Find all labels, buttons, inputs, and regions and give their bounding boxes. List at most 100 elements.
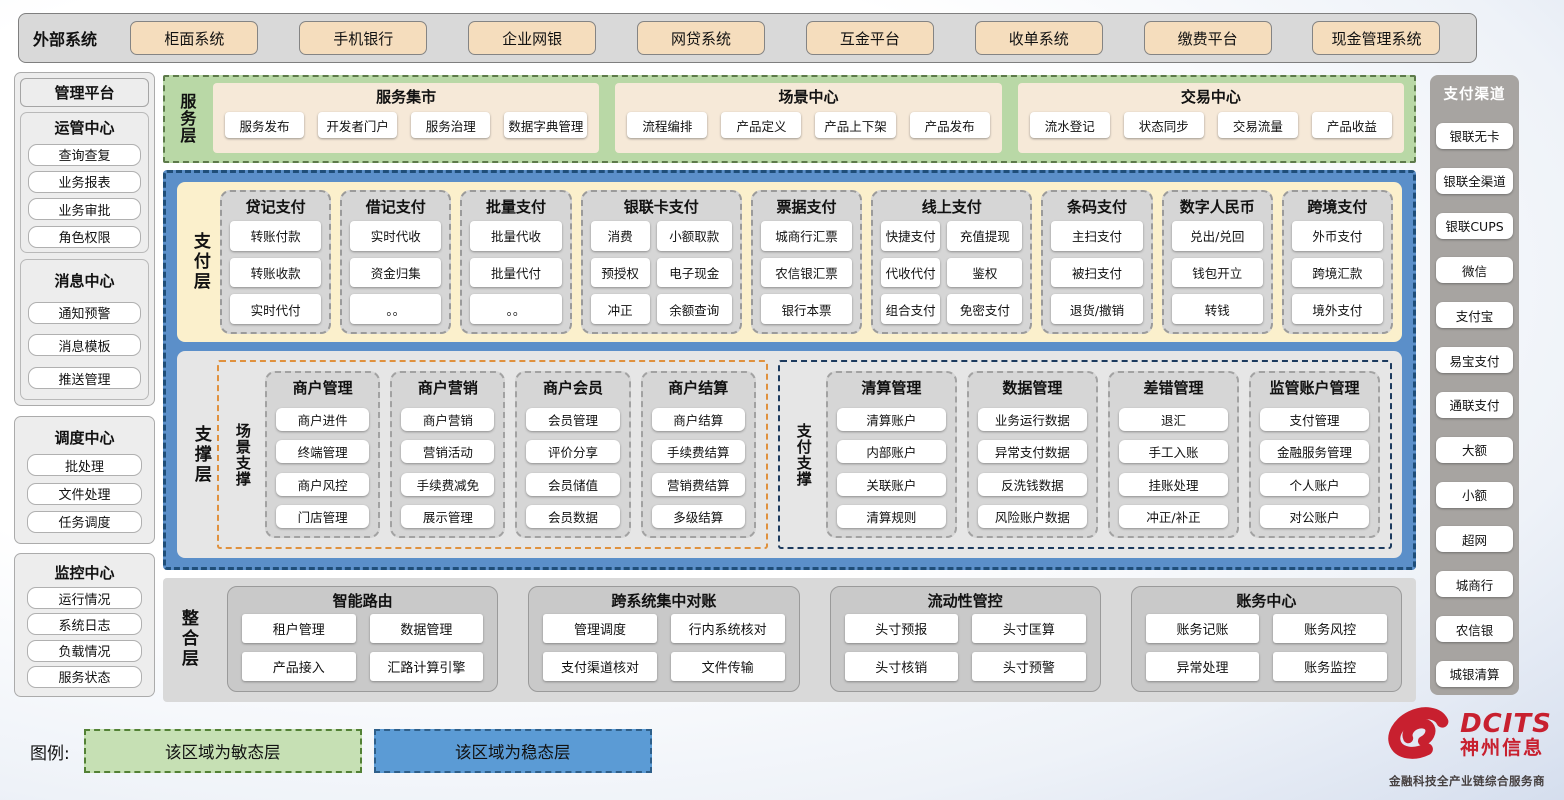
service-group-items: 流水登记状态同步交易流量产品收益 bbox=[1030, 112, 1392, 144]
payment-module-chip: 组合支付 bbox=[881, 294, 940, 324]
integration-group-items: 租户管理数据管理产品接入汇路计算引擎 bbox=[242, 614, 483, 681]
integration-module-chip: 文件传输 bbox=[671, 652, 785, 681]
integration-group: 跨系统集中对账管理调度行内系统核对支付渠道核对文件传输 bbox=[528, 586, 799, 692]
payment-channel-chip: 农信银 bbox=[1436, 616, 1513, 642]
payment-module-chip: 资金归集 bbox=[350, 258, 441, 288]
payment-module-chip: 预授权 bbox=[591, 258, 650, 288]
support-column-title: 商户管理 bbox=[276, 377, 369, 398]
payment-module-chip: 充值提现 bbox=[947, 221, 1022, 251]
service-module-chip: 产品发布 bbox=[910, 112, 990, 138]
support-module-chip: 会员数据 bbox=[526, 505, 619, 528]
integration-module-chip: 租户管理 bbox=[242, 614, 356, 643]
sidebar-module-chip: 查询查复 bbox=[28, 144, 141, 166]
integration-group-title: 账务中心 bbox=[1146, 590, 1387, 611]
legend-agile-green: 该区域为敏态层 bbox=[84, 729, 362, 773]
payment-module-chip: 批量代付 bbox=[470, 258, 561, 288]
payment-channel-chip: 超网 bbox=[1436, 526, 1513, 552]
payment-module-chip: 被扫支付 bbox=[1051, 258, 1142, 288]
external-system-chip: 收单系统 bbox=[975, 21, 1103, 55]
payment-module-chip: 小额取款 bbox=[657, 221, 732, 251]
payment-channel-chip: 微信 bbox=[1436, 257, 1513, 283]
support-module-chip: 金融服务管理 bbox=[1260, 440, 1369, 463]
integration-group-items: 头寸预报头寸匡算头寸核销头寸预警 bbox=[845, 614, 1086, 681]
payment-module-chip: 。。 bbox=[470, 294, 561, 324]
integration-layer-label: 整合层 bbox=[173, 586, 201, 692]
payment-layer-label: 支付层 bbox=[186, 190, 212, 334]
payment-module-chip: 主扫支付 bbox=[1051, 221, 1142, 251]
legend-stable-blue: 该区域为稳态层 bbox=[374, 729, 652, 773]
sidebar-module-chip: 业务审批 bbox=[28, 198, 141, 220]
sidebar-module-chip: 任务调度 bbox=[27, 511, 142, 533]
integration-module-chip: 支付渠道核对 bbox=[543, 652, 657, 681]
external-systems-bar: 外部系统 柜面系统手机银行企业网银网贷系统互金平台收单系统缴费平台现金管理系统 bbox=[18, 13, 1477, 63]
payment-column-title: 条码支付 bbox=[1051, 196, 1142, 217]
monitoring-center-panel: 监控中心运行情况系统日志负载情况服务状态 bbox=[14, 553, 155, 697]
service-module-chip: 产品收益 bbox=[1312, 112, 1392, 138]
sidebar-group: 监控中心运行情况系统日志负载情况服务状态 bbox=[20, 559, 149, 691]
payment-channel-chip: 小额 bbox=[1436, 482, 1513, 508]
integration-group-title: 智能路由 bbox=[242, 590, 483, 611]
support-module-chip: 对公账户 bbox=[1260, 505, 1369, 528]
sidebar-module-chip: 服务状态 bbox=[27, 666, 142, 688]
company-name: 神州信息 bbox=[1460, 737, 1552, 760]
support-module-chip: 冲正/补正 bbox=[1119, 505, 1228, 528]
brand-name: DCITS bbox=[1460, 711, 1552, 737]
payment-channel-chip: 银联无卡 bbox=[1436, 123, 1513, 149]
service-module-chip: 交易流量 bbox=[1218, 112, 1298, 138]
support-module-chip: 终端管理 bbox=[276, 440, 369, 463]
support-column-title: 商户会员 bbox=[526, 377, 619, 398]
support-column-title: 商户营销 bbox=[401, 377, 494, 398]
management-platform-groups: 运管中心查询查复业务报表业务审批角色权限消息中心通知预警消息模板推送管理 bbox=[20, 112, 149, 400]
support-module-chip: 关联账户 bbox=[837, 473, 946, 496]
payment-column-items: 批量代收批量代付。。 bbox=[470, 221, 561, 324]
integration-module-chip: 产品接入 bbox=[242, 652, 356, 681]
payment-channel-chip: 通联支付 bbox=[1436, 392, 1513, 418]
external-system-chip: 缴费平台 bbox=[1144, 21, 1272, 55]
support-column: 监管账户管理支付管理金融服务管理个人账户对公账户 bbox=[1249, 371, 1380, 538]
sidebar-module-chip: 推送管理 bbox=[28, 367, 141, 389]
legend-label: 图例: bbox=[30, 739, 70, 764]
payment-column-title: 贷记支付 bbox=[230, 196, 321, 217]
payment-column-title: 批量支付 bbox=[470, 196, 561, 217]
payment-module-chip: 退货/撤销 bbox=[1051, 294, 1142, 324]
payment-module-chip: 批量代收 bbox=[470, 221, 561, 251]
support-group-label: 支付支撑 bbox=[790, 371, 816, 538]
support-module-chip: 商户营销 bbox=[401, 408, 494, 431]
support-module-chip: 手续费结算 bbox=[652, 440, 745, 463]
payment-column-items: 快捷支付充值提现代收代付鉴权组合支付免密支付 bbox=[881, 221, 1022, 324]
payment-column-title: 跨境支付 bbox=[1292, 196, 1383, 217]
support-groups: 场景支撑商户管理商户进件终端管理商户风控门店管理商户营销商户营销营销活动手续费减… bbox=[217, 360, 1392, 549]
payment-column-items: 实时代收资金归集。。 bbox=[350, 221, 441, 324]
service-module-chip: 开发者门户 bbox=[318, 112, 397, 138]
service-module-chip: 产品定义 bbox=[721, 112, 801, 138]
support-module-chip: 风险账户数据 bbox=[978, 505, 1087, 528]
sidebar-group: 调度中心批处理文件处理任务调度 bbox=[20, 422, 149, 538]
payment-channel-chip: 银联CUPS bbox=[1436, 213, 1513, 239]
support-layer-label: 支撑层 bbox=[187, 360, 213, 549]
support-column-title: 清算管理 bbox=[837, 377, 946, 398]
payment-module-chip: 余额查询 bbox=[657, 294, 732, 324]
integration-module-chip: 账务监控 bbox=[1273, 652, 1387, 681]
payment-module-chip: 实时代收 bbox=[350, 221, 441, 251]
dcits-swirl-icon bbox=[1382, 701, 1456, 769]
payment-column: 线上支付快捷支付充值提现代收代付鉴权组合支付免密支付 bbox=[871, 190, 1032, 334]
payment-column-items: 城商行汇票农信银汇票银行本票 bbox=[761, 221, 852, 324]
support-module-chip: 展示管理 bbox=[401, 505, 494, 528]
sidebar-group: 运管中心查询查复业务报表业务审批角色权限 bbox=[20, 112, 149, 253]
support-group-label: 场景支撑 bbox=[229, 371, 255, 538]
payment-column-title: 数字人民币 bbox=[1172, 196, 1263, 217]
support-module-chip: 营销活动 bbox=[401, 440, 494, 463]
external-system-chip: 柜面系统 bbox=[130, 21, 258, 55]
integration-module-chip: 管理调度 bbox=[543, 614, 657, 643]
payment-channels-title: 支付渠道 bbox=[1436, 83, 1513, 104]
integration-module-chip: 头寸预警 bbox=[972, 652, 1086, 681]
payment-column-title: 票据支付 bbox=[761, 196, 852, 217]
legend-items: 该区域为敏态层该区域为稳态层 bbox=[84, 729, 652, 773]
external-system-chip: 互金平台 bbox=[806, 21, 934, 55]
support-module-chip: 商户风控 bbox=[276, 473, 369, 496]
payment-module-chip: 钱包开立 bbox=[1172, 258, 1263, 288]
support-column-title: 商户结算 bbox=[652, 377, 745, 398]
payment-column-items: 消费小额取款预授权电子现金冲正余额查询 bbox=[591, 221, 732, 324]
service-module-chip: 服务治理 bbox=[411, 112, 490, 138]
sidebar-module-chip: 批处理 bbox=[27, 454, 142, 476]
